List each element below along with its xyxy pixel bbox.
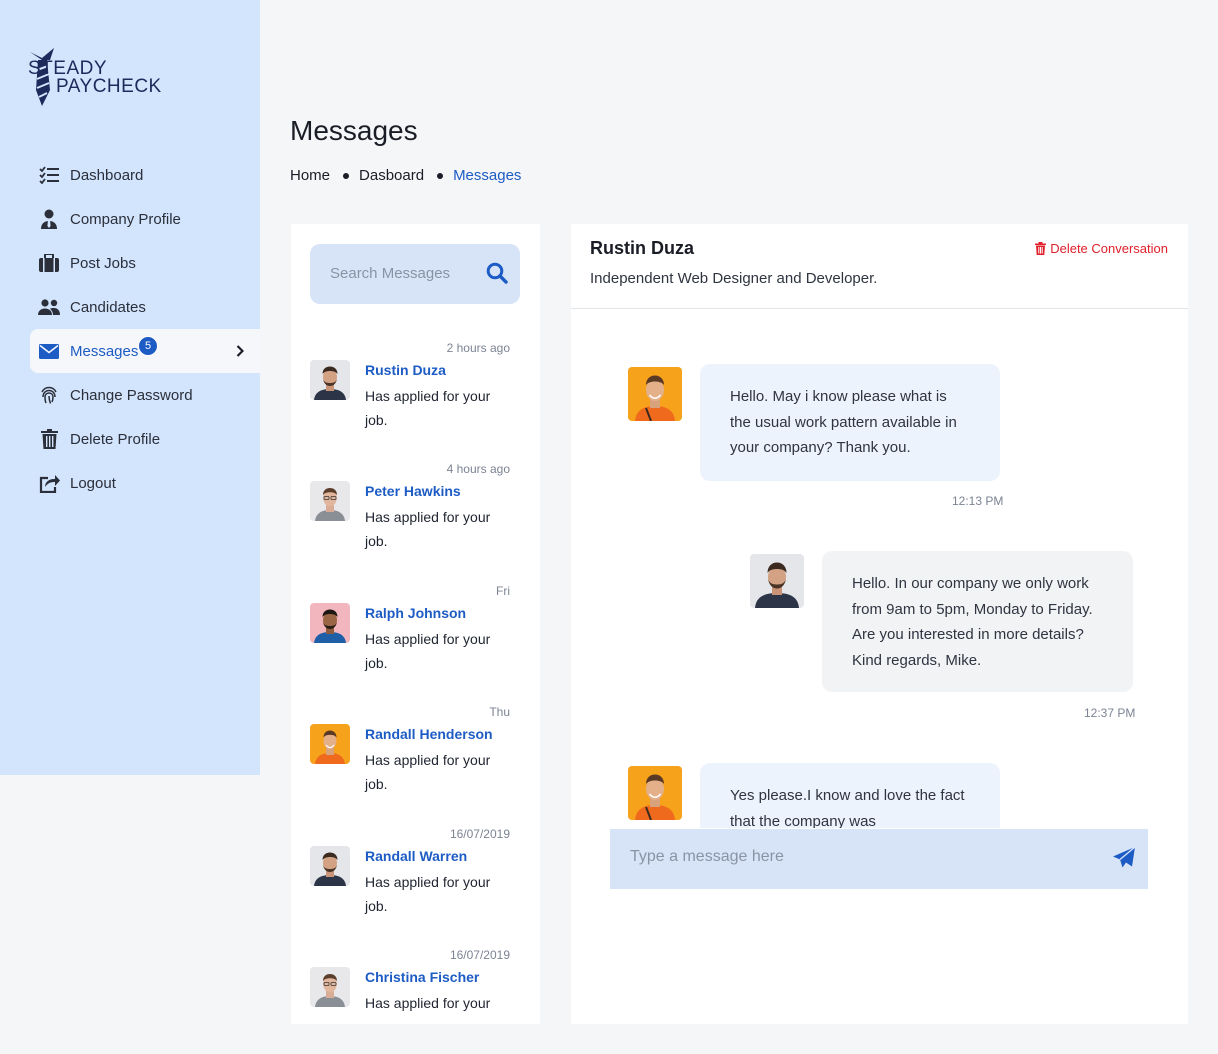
- message-bubble-incoming: Hello. May i know please what is the usu…: [700, 364, 1000, 481]
- sidebar-item-label: Change Password: [70, 386, 193, 404]
- sidebar-item-company-profile[interactable]: Company Profile: [30, 197, 260, 241]
- conversation-name: Ralph Johnson: [365, 605, 467, 621]
- avatar: [310, 603, 350, 643]
- conversation-name: Christina Fischer: [365, 969, 480, 985]
- users-icon: [38, 296, 60, 318]
- conversation-time: 4 hours ago: [446, 462, 510, 476]
- breadcrumb: Home Dasboard Messages: [290, 167, 521, 184]
- conversation-time: 16/07/2019: [449, 948, 510, 962]
- conversation-time: Fri: [496, 584, 510, 598]
- conversation-time: Thu: [489, 705, 510, 719]
- delete-conversation-button[interactable]: Delete Conversation: [1035, 241, 1168, 256]
- breadcrumb-separator: [343, 172, 350, 179]
- message-input-placeholder: Type a message here: [630, 848, 784, 865]
- conversation-preview: Has applied for your job.: [365, 752, 491, 792]
- message-time: 12:13 PM: [952, 494, 1004, 508]
- trash-icon: [38, 428, 60, 450]
- sidebar-item-candidates[interactable]: Candidates: [30, 285, 260, 329]
- conversation-time: 16/07/2019: [449, 827, 510, 841]
- logout-icon: [38, 472, 60, 494]
- sidebar-item-messages[interactable]: Messages 5: [30, 329, 260, 373]
- sidebar-item-label: Messages: [70, 342, 139, 360]
- conversation-item[interactable]: Thu Randall Henderson Has applied for yo…: [291, 705, 540, 825]
- breadcrumb-home[interactable]: Home: [290, 167, 330, 184]
- message-thread: Hello. May i know please what is the usu…: [571, 310, 1188, 828]
- sidebar-item-label: Dashboard: [70, 166, 144, 184]
- avatar: [628, 367, 682, 421]
- conversation-item[interactable]: Fri Ralph Johnson Has applied for your j…: [291, 584, 540, 704]
- breadcrumb-separator: [437, 172, 444, 179]
- delete-conversation-label: Delete Conversation: [1050, 241, 1168, 256]
- brand-line2: PAYCHECK: [56, 76, 162, 97]
- message-bubble-incoming: Yes please.I know and love the fact that…: [700, 763, 1000, 828]
- avatar: [750, 554, 804, 608]
- conversation-preview: Has applied for your: [365, 995, 491, 1011]
- trash-icon: [1035, 242, 1047, 255]
- unread-count-badge: 5: [138, 336, 158, 356]
- conversation-item[interactable]: 16/07/2019 Christina Fischer Has applied…: [291, 948, 540, 1024]
- chat-header: Rustin Duza Independent Web Designer and…: [571, 224, 1188, 309]
- chat-contact-subtitle: Independent Web Designer and Developer.: [590, 270, 878, 287]
- conversation-item[interactable]: 16/07/2019 Randall Warren Has applied fo…: [291, 827, 540, 947]
- sidebar-item-change-password[interactable]: Change Password: [30, 373, 260, 417]
- sidebar-item-label: Post Jobs: [70, 254, 136, 272]
- conversation-preview: Has applied for your job.: [365, 509, 491, 549]
- breadcrumb-dashboard[interactable]: Dasboard: [359, 167, 424, 184]
- conversation-list: Search Messages 2 hours ago Rustin Duza …: [291, 224, 540, 1024]
- brand-logo[interactable]: STEADY PAYCHECK: [28, 46, 168, 110]
- conversation-name: Randall Henderson: [365, 726, 493, 742]
- fingerprint-icon: [38, 384, 60, 406]
- page-title: Messages: [290, 115, 418, 146]
- avatar: [310, 967, 350, 1007]
- conversation-preview: Has applied for your job.: [365, 631, 491, 671]
- sidebar-item-label: Logout: [70, 474, 116, 492]
- sidebar-item-post-jobs[interactable]: Post Jobs: [30, 241, 260, 285]
- checklist-icon: [38, 164, 60, 186]
- envelope-icon: [38, 340, 60, 362]
- sidebar-item-label: Company Profile: [70, 210, 181, 228]
- conversation-name: Peter Hawkins: [365, 483, 461, 499]
- search-messages-input[interactable]: Search Messages: [310, 244, 520, 304]
- briefcase-icon: [38, 252, 60, 274]
- search-placeholder: Search Messages: [330, 265, 451, 282]
- chevron-right-icon: [236, 344, 245, 362]
- avatar: [310, 360, 350, 400]
- message-time: 12:37 PM: [1084, 706, 1136, 720]
- avatar: [310, 724, 350, 764]
- sidebar-item-delete-profile[interactable]: Delete Profile: [30, 417, 260, 461]
- message-bubble-outgoing: Hello. In our company we only work from …: [822, 551, 1133, 692]
- chat-panel: Rustin Duza Independent Web Designer and…: [571, 224, 1188, 1024]
- sidebar-item-label: Candidates: [70, 298, 146, 316]
- sidebar-item-logout[interactable]: Logout: [30, 461, 260, 505]
- avatar: [628, 766, 682, 820]
- sidebar: STEADY PAYCHECK Dashboard Company Profil…: [0, 0, 260, 775]
- send-icon[interactable]: [1112, 846, 1136, 875]
- sidebar-nav: Dashboard Company Profile Post Jobs Cand…: [30, 153, 260, 505]
- search-icon[interactable]: [486, 262, 508, 289]
- conversation-preview: Has applied for your job.: [365, 874, 491, 914]
- avatar: [310, 846, 350, 886]
- sidebar-item-dashboard[interactable]: Dashboard: [30, 153, 260, 197]
- conversation-name: Rustin Duza: [365, 362, 446, 378]
- user-tie-icon: [38, 208, 60, 230]
- chat-contact-name: Rustin Duza: [590, 238, 695, 258]
- conversation-time: 2 hours ago: [446, 341, 510, 355]
- conversation-item[interactable]: 2 hours ago Rustin Duza Has applied for …: [291, 341, 540, 461]
- avatar: [310, 481, 350, 521]
- breadcrumb-current: Messages: [453, 167, 522, 184]
- conversation-item[interactable]: 4 hours ago Peter Hawkins Has applied fo…: [291, 462, 540, 582]
- message-input[interactable]: Type a message here: [610, 829, 1148, 889]
- conversation-name: Randall Warren: [365, 848, 468, 864]
- sidebar-item-label: Delete Profile: [70, 430, 161, 448]
- conversation-preview: Has applied for your job.: [365, 388, 491, 428]
